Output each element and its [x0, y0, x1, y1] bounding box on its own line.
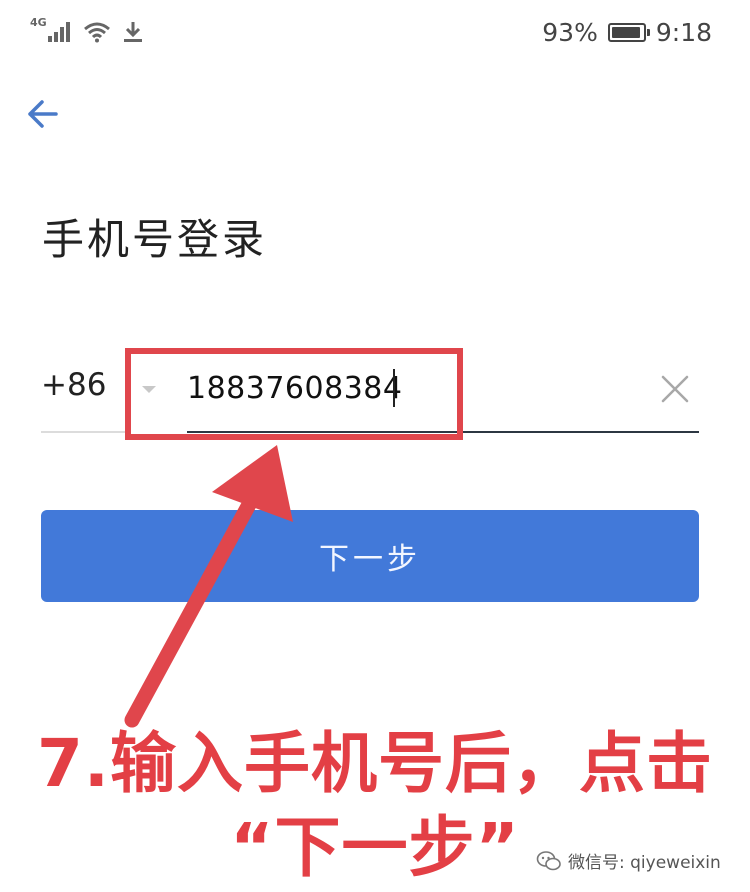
signal-icon [47, 22, 70, 42]
watermark-text: 微信号: qiyeweixin [568, 853, 721, 873]
text-cursor [393, 369, 395, 407]
phone-number-input[interactable] [187, 365, 627, 411]
watermark: 微信号: qiyeweixin [536, 848, 721, 873]
page-title: 手机号登录 [42, 215, 268, 264]
status-bar-right: 93% 9:18 [542, 14, 712, 50]
battery-icon [607, 22, 650, 42]
clock: 9:18 [655, 17, 712, 47]
status-bar: 4G 93% 9:18 [0, 0, 750, 70]
instruction-line-1: 7.输入手机号后，点击 [37, 725, 713, 802]
triangle-down-icon[interactable] [137, 377, 161, 401]
network-type: 4G [30, 16, 47, 29]
wifi-icon [83, 22, 110, 43]
phone-input-underline [187, 431, 699, 433]
arrow-left-icon[interactable] [24, 94, 64, 134]
country-code-underline [41, 431, 129, 433]
next-step-button[interactable]: 下一步 [41, 510, 699, 602]
battery-percent: 93% [542, 17, 598, 47]
status-bar-left: 4G [30, 14, 145, 50]
battery-fill [611, 26, 640, 38]
close-icon[interactable] [659, 373, 691, 405]
download-icon [123, 22, 142, 42]
phone-input-row: +86 [41, 345, 699, 435]
country-code[interactable]: +86 [41, 367, 106, 403]
wechat-icon [536, 850, 561, 870]
